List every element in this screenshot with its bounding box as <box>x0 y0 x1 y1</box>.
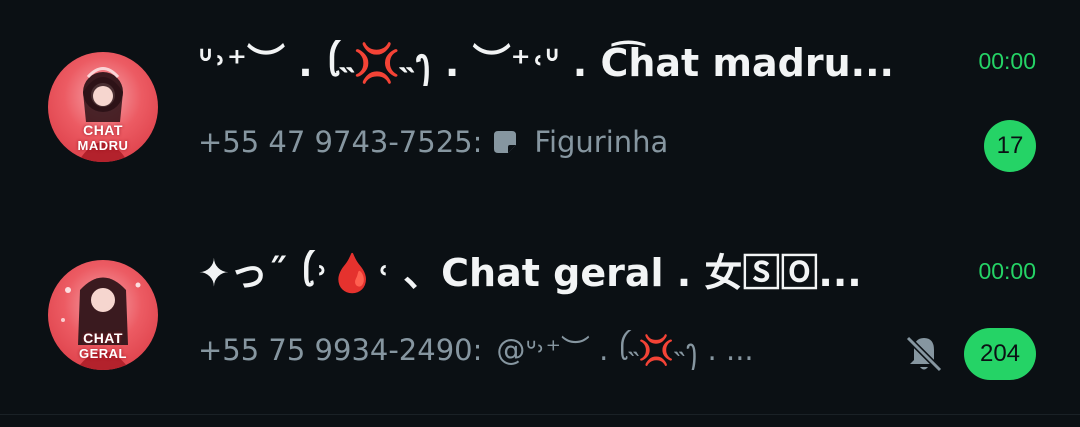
group-avatar[interactable]: CHAT MADRU <box>48 52 158 162</box>
chat-list: CHAT MADRU ᐡ˒⁺︶ . ꪶ˵💢˵ꫂ . ︶⁺˓ᐡ . C͡hat m… <box>0 0 1080 427</box>
chat-title: ᐡ˒⁺︶ . ꪶ˵💢˵ꫂ . ︶⁺˓ᐡ . C͡hat madru... <box>198 41 894 85</box>
unread-count-badge: 17 <box>984 120 1036 172</box>
chat-timestamp: 00:00 <box>978 48 1036 74</box>
avatar-label-line2: GERAL <box>79 346 127 361</box>
chat-title: ✦っ˝ ꪶ˒🩸˓ 、Chat geral . 女🅂🄾... <box>198 251 862 295</box>
avatar-label-line2: MADRU <box>77 138 129 153</box>
preview-sender: +55 47 9743-7525: <box>198 125 483 159</box>
avatar-label-line1: CHAT <box>83 122 123 138</box>
chat-timestamp: 00:00 <box>978 258 1036 284</box>
preview-sender: +55 75 9934-2490: <box>198 333 483 367</box>
chat-row-chat-geral[interactable]: CHAT GERAL ✦っ˝ ꪶ˒🩸˓ 、Chat geral . 女🅂🄾...… <box>0 210 1080 400</box>
group-avatar[interactable]: CHAT GERAL <box>48 260 158 370</box>
unread-count-badge: 204 <box>964 328 1036 380</box>
avatar-label-line1: CHAT <box>83 330 123 346</box>
preview-text: Figurinha <box>534 125 669 159</box>
preview-text: @ᐡ˒⁺︶ . ꪶ˵💢˵ꫂ . ... <box>496 333 754 367</box>
sticker-icon <box>490 127 520 157</box>
last-message-preview: +55 75 9934-2490: @ᐡ˒⁺︶ . ꪶ˵💢˵ꫂ . ... <box>198 330 868 370</box>
last-message-preview: +55 47 9743-7525: Figurinha <box>198 122 888 162</box>
list-divider <box>0 414 1080 415</box>
muted-bell-icon <box>905 335 943 373</box>
chat-row-chat-madru[interactable]: CHAT MADRU ᐡ˒⁺︶ . ꪶ˵💢˵ꫂ . ︶⁺˓ᐡ . C͡hat m… <box>0 0 1080 190</box>
